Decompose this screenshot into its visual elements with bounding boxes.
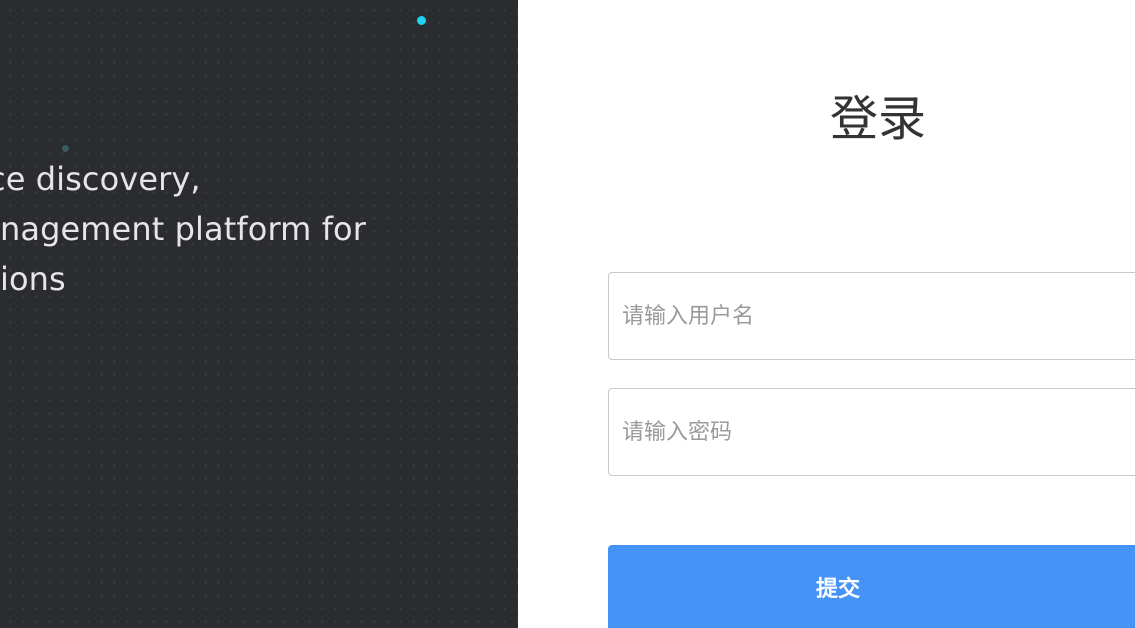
login-title: 登录: [829, 91, 926, 147]
tagline-line: nagement platform for: [0, 210, 366, 248]
submit-button[interactable]: 提交: [608, 545, 1135, 628]
brand-panel: ce discovery, nagement platform for ions: [0, 0, 518, 628]
tagline-line: ce discovery,: [0, 160, 201, 198]
accent-dot-faint: [62, 145, 69, 152]
password-field[interactable]: [608, 388, 1135, 476]
tagline-line: ions: [0, 260, 66, 298]
login-panel: 登录 提交: [518, 0, 1135, 628]
password-input[interactable]: [609, 389, 1135, 475]
tagline: ce discovery, nagement platform for ions: [0, 154, 458, 304]
username-field[interactable]: [608, 272, 1135, 360]
username-input[interactable]: [609, 273, 1135, 359]
accent-dot: [417, 16, 426, 25]
login-page: ce discovery, nagement platform for ions…: [0, 0, 1135, 628]
